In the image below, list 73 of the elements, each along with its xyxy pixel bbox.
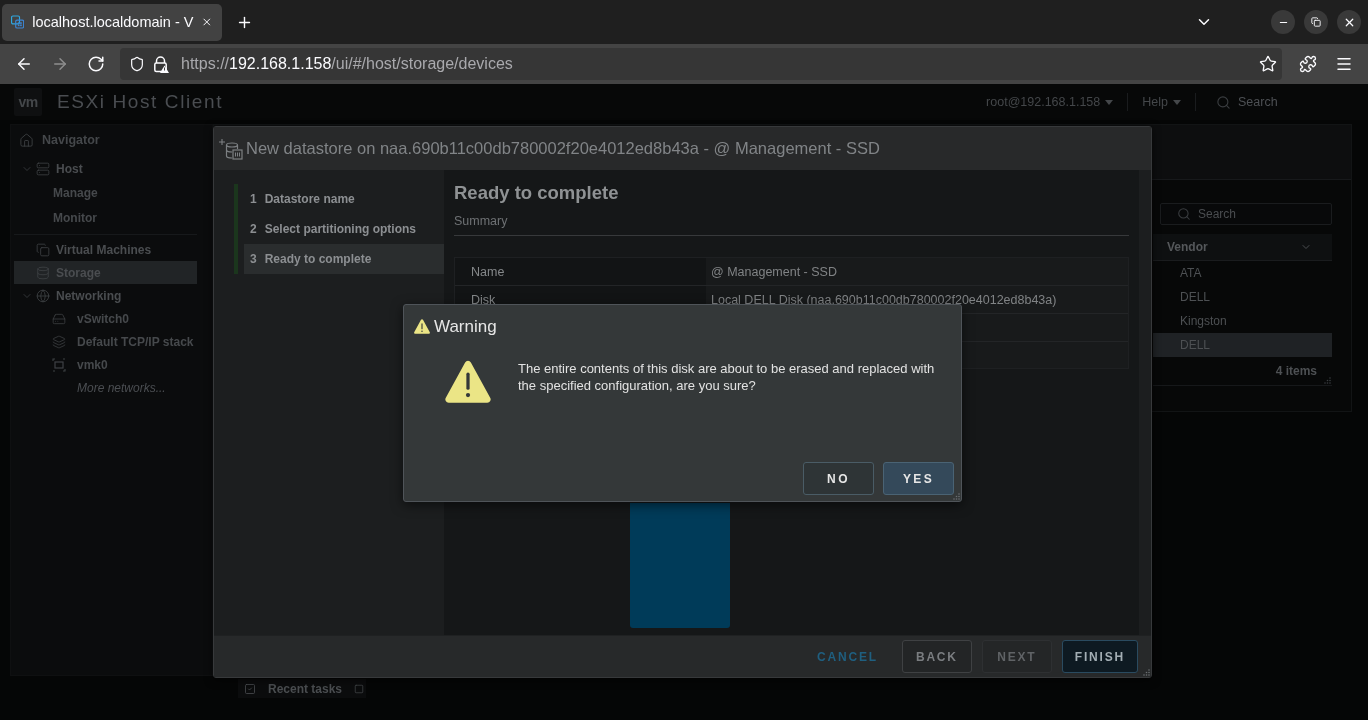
nav-item[interactable]: Manage xyxy=(14,180,197,205)
square-frame-icon xyxy=(52,357,66,372)
item-count: 4 items xyxy=(1275,364,1317,378)
table-row[interactable]: DELL xyxy=(1153,285,1332,309)
confirm-button[interactable]: YES xyxy=(883,462,954,495)
back-icon[interactable] xyxy=(15,55,33,73)
nav-item[interactable]: Virtual Machines xyxy=(14,238,197,261)
resize-grip-icon[interactable] xyxy=(953,493,960,500)
nav-item[interactable]: Default TCP/IP stack xyxy=(14,330,197,353)
table-row[interactable]: ATA xyxy=(1153,261,1332,285)
resize-grip-icon[interactable] xyxy=(1324,377,1331,384)
wizard-step[interactable]: 2 Select partitioning options xyxy=(244,214,444,244)
nav-item[interactable]: Networking xyxy=(14,284,197,307)
warning-icon xyxy=(445,360,491,404)
warning-icon xyxy=(414,319,430,335)
wizard-step[interactable]: 3 Ready to complete xyxy=(244,244,444,274)
caret-icon xyxy=(1173,99,1181,105)
more-link[interactable]: More networks... xyxy=(14,376,197,399)
reload-icon[interactable] xyxy=(87,55,105,73)
extensions-icon[interactable] xyxy=(1299,55,1317,73)
navigator-title: Navigator xyxy=(42,133,100,147)
menu-icon[interactable] xyxy=(1335,55,1353,73)
table-row[interactable]: Kingston xyxy=(1153,309,1332,333)
hard-drive-icon xyxy=(52,311,66,326)
warning-message: The entire contents of this disk are about to be erased and replaced with the specified configuration, are you sure? xyxy=(518,360,936,394)
search-icon xyxy=(1177,207,1191,221)
nav-item[interactable]: vSwitch0 xyxy=(14,307,197,330)
search-icon xyxy=(1216,94,1231,110)
cancel-button[interactable]: NO xyxy=(803,462,874,495)
bookmark-star-icon[interactable] xyxy=(1259,55,1277,73)
wizard-button[interactable]: FINISH xyxy=(1061,640,1138,673)
user-menu[interactable]: root@192.168.1.158 xyxy=(986,95,1114,109)
summary-value: Local DELL Disk (naa.690b11c00db780002f20e4012ed8b43a) xyxy=(710,293,1057,307)
layers-icon xyxy=(52,334,66,349)
cancel-link[interactable]: CANCEL xyxy=(816,640,879,673)
lock-warning-icon[interactable] xyxy=(153,55,169,73)
square-icon xyxy=(354,683,365,694)
address-bar[interactable]: https://192.168.1.158/ui/#/host/storage/devices xyxy=(120,48,1282,80)
overlapping-squares-icon xyxy=(36,242,50,257)
summary-label: Disk xyxy=(470,293,496,307)
browser-tab[interactable]: localhost.localdomain - V xyxy=(2,3,222,41)
search-field[interactable]: Search xyxy=(1160,203,1332,225)
wizard-step[interactable]: 1 Datastore name xyxy=(244,184,444,214)
home-icon xyxy=(19,132,34,148)
wizard-button[interactable]: BACK xyxy=(901,640,972,673)
column-header[interactable]: Vendor xyxy=(1153,234,1332,261)
datastore-add-icon xyxy=(219,137,243,160)
help-menu[interactable]: Help xyxy=(1142,95,1181,109)
search-field[interactable]: Search xyxy=(1238,95,1328,109)
globe-icon xyxy=(36,288,50,303)
restore-button[interactable] xyxy=(1304,10,1328,34)
summary-value: @ Management - SSD xyxy=(710,265,837,279)
nav-item[interactable]: Host xyxy=(14,157,197,180)
checkbox-icon xyxy=(244,682,256,695)
section-label: Summary xyxy=(454,214,1129,236)
vm-logo: vm xyxy=(14,88,42,116)
nav-item[interactable]: Monitor xyxy=(14,205,197,230)
summary-label: Name xyxy=(470,265,505,279)
recent-tasks-bar[interactable]: Recent tasks xyxy=(238,679,366,698)
close-icon[interactable] xyxy=(201,15,213,29)
resize-grip-icon[interactable] xyxy=(1143,669,1150,676)
product-title: ESXi Host Client xyxy=(57,91,224,113)
caret-icon xyxy=(1105,99,1114,105)
page-heading: Ready to complete xyxy=(454,182,620,204)
shield-icon[interactable] xyxy=(129,56,145,72)
nav-item[interactable]: vmk0 xyxy=(14,353,197,376)
favicon-icon xyxy=(11,14,25,30)
close-window-button[interactable] xyxy=(1337,10,1361,34)
dialog-title: New datastore on naa.690b11c00db780002f20e4012ed8b43a - @ Management - SSD xyxy=(246,139,880,158)
server-icon xyxy=(36,161,50,176)
restore-icon xyxy=(1311,17,1321,27)
dialog-title: Warning xyxy=(434,317,497,337)
database-icon xyxy=(36,265,50,280)
